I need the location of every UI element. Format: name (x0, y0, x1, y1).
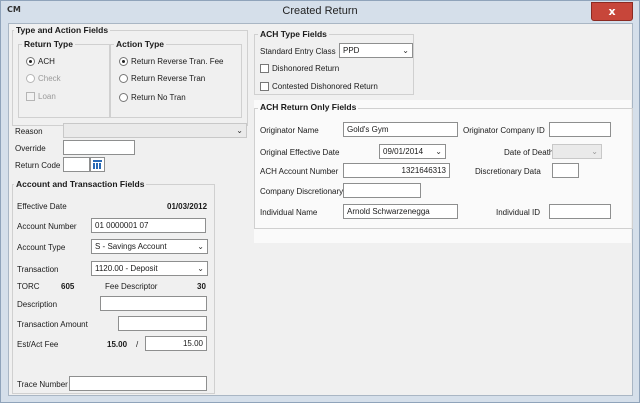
description-input[interactable] (100, 296, 207, 311)
individual-name-label: Individual Name (260, 208, 318, 217)
originator-name-label: Originator Name (260, 126, 319, 135)
reason-select[interactable]: ⌄ (63, 123, 247, 138)
transaction-select[interactable]: 1120.00 - Deposit ⌄ (91, 261, 208, 276)
est-fee-value: 15.00 (107, 340, 128, 349)
company-discretionary-label: Company Discretionary (260, 187, 344, 196)
return-type-loan-label: Loan (38, 92, 56, 101)
return-type-ach-radio[interactable] (26, 57, 35, 66)
chevron-down-icon: ⌄ (591, 147, 598, 156)
ach-type-title: ACH Type Fields (258, 29, 329, 39)
originator-company-id-label: Originator Company ID (463, 126, 545, 135)
calendar-icon[interactable] (90, 157, 105, 172)
action-return-reverse-tran-fee-label: Return Reverse Tran. Fee (131, 57, 224, 66)
chevron-down-icon: ⌄ (435, 147, 442, 156)
original-effective-date-value: 09/01/2014 (383, 147, 424, 156)
action-return-reverse-tran-label: Return Reverse Tran (131, 74, 206, 83)
chevron-down-icon: ⌄ (197, 264, 204, 273)
form-body: Type and Action Fields Return Type ACH C… (8, 23, 633, 396)
account-type-value: S - Savings Account (95, 242, 167, 251)
fee-descriptor-label: Fee Descriptor (105, 282, 158, 291)
account-number-label: Account Number (17, 222, 77, 231)
chevron-down-icon: ⌄ (236, 126, 243, 135)
window-frame: CM Created Return x Type and Action Fiel… (0, 0, 640, 403)
effective-date-label: Effective Date (17, 202, 67, 211)
account-type-select[interactable]: S - Savings Account ⌄ (91, 239, 208, 254)
ach-return-title: ACH Return Only Fields (258, 102, 359, 112)
individual-id-label: Individual ID (496, 208, 541, 217)
return-type-title: Return Type (22, 39, 75, 49)
account-type-label: Account Type (17, 243, 66, 252)
standard-entry-class-label: Standard Entry Class (260, 47, 336, 56)
window-title: Created Return (282, 5, 358, 17)
type-action-title: Type and Action Fields (14, 25, 111, 35)
transaction-label: Transaction (17, 265, 59, 274)
original-effective-date-label: Original Effective Date (260, 148, 340, 157)
dishonored-return-checkbox[interactable] (260, 64, 269, 73)
return-type-check-radio[interactable] (26, 74, 35, 83)
chevron-down-icon: ⌄ (197, 242, 204, 251)
action-return-reverse-tran-radio[interactable] (119, 74, 128, 83)
override-label: Override (15, 144, 46, 153)
torc-value: 605 (61, 282, 75, 291)
chevron-down-icon: ⌄ (402, 46, 409, 55)
trace-number-input[interactable] (69, 376, 207, 391)
return-type-loan-checkbox[interactable] (26, 92, 35, 101)
discretionary-data-label: Discretionary Data (475, 167, 541, 176)
discretionary-data-input[interactable] (552, 163, 579, 178)
originator-name-input[interactable]: Gold's Gym (343, 122, 458, 137)
standard-entry-class-select[interactable]: PPD ⌄ (339, 43, 413, 58)
company-discretionary-input[interactable] (343, 183, 421, 198)
description-label: Description (17, 300, 58, 309)
action-return-no-tran-label: Return No Tran (131, 93, 186, 102)
dishonored-return-label: Dishonored Return (272, 64, 340, 73)
ach-account-number-label: ACH Account Number (260, 167, 339, 176)
transaction-amount-label: Transaction Amount (17, 320, 88, 329)
return-type-ach-label: ACH (38, 57, 55, 66)
originator-company-id-input[interactable] (549, 122, 611, 137)
return-code-input[interactable] (63, 157, 90, 172)
account-transaction-title: Account and Transaction Fields (14, 179, 147, 189)
close-icon: x (608, 5, 616, 18)
return-type-check-label: Check (38, 74, 61, 83)
effective-date-value: 01/03/2012 (167, 202, 208, 211)
fee-descriptor-value: 30 (197, 282, 206, 291)
action-type-title: Action Type (114, 39, 167, 49)
trace-number-label: Trace Number (17, 380, 68, 389)
est-act-fee-label: Est/Act Fee (17, 340, 59, 349)
close-button[interactable]: x (591, 2, 633, 21)
return-code-label: Return Code (15, 161, 61, 170)
act-fee-input[interactable]: 15.00 (145, 336, 207, 351)
date-of-death-label: Date of Death (504, 148, 554, 157)
individual-id-input[interactable] (549, 204, 611, 219)
original-effective-date-picker[interactable]: 09/01/2014 ⌄ (379, 144, 446, 159)
individual-name-input[interactable]: Arnold Schwarzenegga (343, 204, 458, 219)
transaction-value: 1120.00 - Deposit (95, 264, 158, 273)
reason-label: Reason (15, 127, 43, 136)
transaction-amount-input[interactable] (118, 316, 207, 331)
torc-label: TORC (17, 282, 40, 291)
date-of-death-picker[interactable]: ⌄ (552, 144, 602, 159)
fee-separator: / (136, 340, 139, 349)
override-input[interactable] (63, 140, 135, 155)
account-number-input[interactable]: 01 0000001 07 (91, 218, 206, 233)
ach-account-number-input[interactable]: 1321646313 (343, 163, 450, 178)
contested-dishonored-return-checkbox[interactable] (260, 82, 269, 91)
title-bar[interactable]: CM Created Return x (1, 1, 639, 23)
action-return-no-tran-radio[interactable] (119, 93, 128, 102)
action-return-reverse-tran-fee-radio[interactable] (119, 57, 128, 66)
contested-dishonored-return-label: Contested Dishonored Return (272, 82, 378, 91)
standard-entry-class-value: PPD (343, 46, 360, 55)
